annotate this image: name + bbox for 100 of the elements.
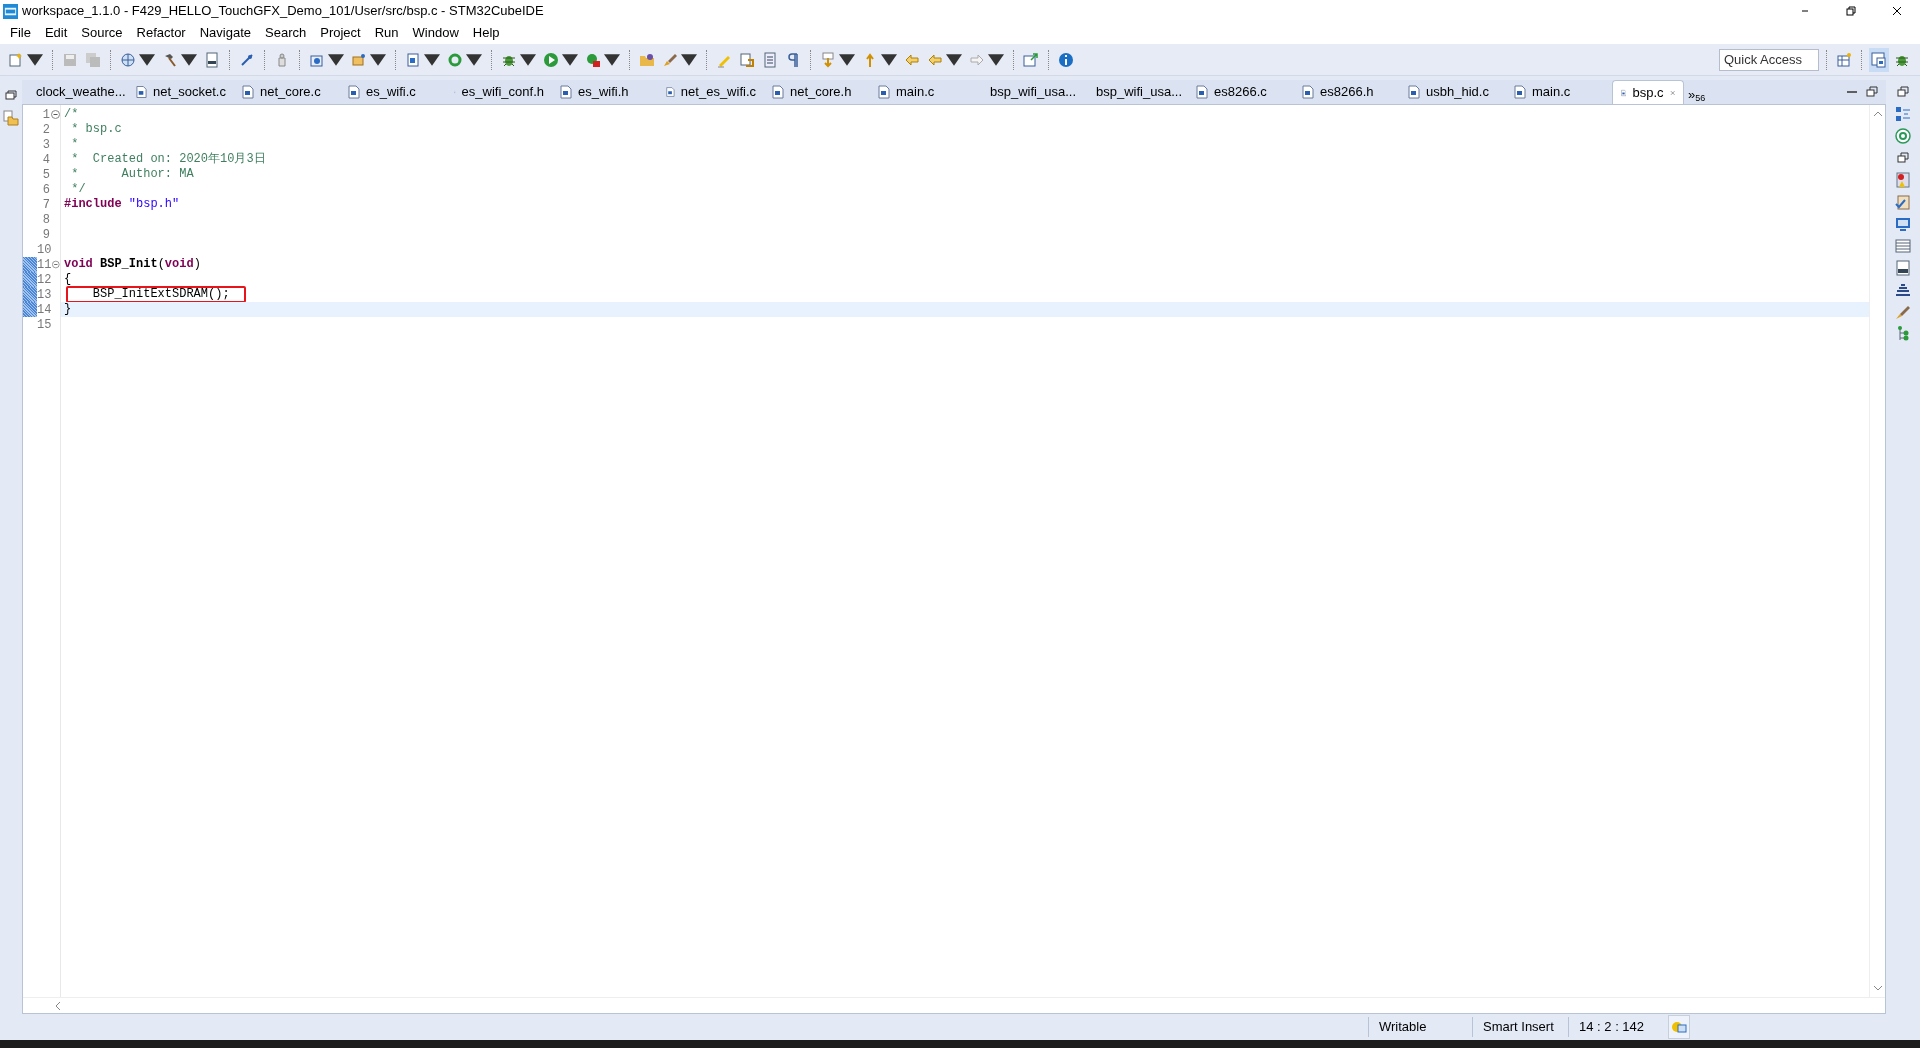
dropdown-caret-icon[interactable]: [881, 51, 897, 68]
pilcrow-icon[interactable]: [785, 51, 801, 68]
tab-overflow-button[interactable]: »$_{56}$: [1684, 84, 1710, 104]
dropdown-caret-icon[interactable]: [139, 51, 155, 68]
code-token: * Created on: 2020年10月3日: [70, 152, 266, 166]
editor-tab[interactable]: bsp.c: [1612, 80, 1684, 104]
editor-tab[interactable]: net_es_wifi.c: [658, 80, 764, 104]
line-number: 3: [42, 136, 50, 154]
menu-item[interactable]: Source: [74, 23, 130, 43]
menu-item[interactable]: Navigate: [192, 23, 258, 43]
editor-tab[interactable]: es_wifi.h: [552, 80, 658, 104]
quick-access-field[interactable]: Quick Access: [1719, 48, 1819, 71]
maximize-icon[interactable]: [1864, 84, 1880, 100]
clipboard-check-icon[interactable]: [1895, 194, 1911, 210]
stack-icon[interactable]: [1895, 282, 1911, 298]
perspective-icon[interactable]: [1871, 51, 1887, 68]
menu-item[interactable]: Refactor: [129, 23, 193, 43]
binary-file-icon[interactable]: [1895, 260, 1911, 276]
dropdown-caret-icon[interactable]: [604, 51, 620, 68]
code-token: "bsp.h": [128, 197, 180, 211]
dropdown-caret-icon[interactable]: [988, 51, 1004, 68]
dropdown-caret-icon[interactable]: [681, 51, 697, 68]
line-number: 1: [42, 106, 50, 124]
menu-item[interactable]: Run: [367, 23, 406, 43]
dropdown-caret-icon[interactable]: [181, 51, 197, 68]
dropdown-caret-icon[interactable]: [562, 51, 578, 68]
restore-icon[interactable]: [1895, 84, 1911, 100]
editor-tab[interactable]: net_socket.c: [128, 80, 234, 104]
code-token: * bsp.c: [70, 122, 122, 136]
editor-tab[interactable]: net_core.h: [764, 80, 870, 104]
info-icon[interactable]: [1058, 51, 1074, 68]
status-text: Writable: [1368, 1017, 1472, 1037]
editor-tab[interactable]: es_wifi_conf.h: [446, 80, 552, 104]
globe-icon[interactable]: [120, 51, 136, 68]
editor-tab[interactable]: usbh_hid.c: [1400, 80, 1506, 104]
source-file-icon[interactable]: [405, 51, 421, 68]
external-tool-icon[interactable]: [585, 51, 601, 68]
status-icon[interactable]: [1671, 1019, 1687, 1035]
menu-item[interactable]: Window: [405, 23, 466, 43]
dropdown-caret-icon[interactable]: [424, 51, 440, 68]
dropdown-caret-icon[interactable]: [839, 51, 855, 68]
editor-tab[interactable]: bsp_wifi_usa...: [976, 80, 1082, 104]
fold-toggle-icon[interactable]: [51, 110, 60, 119]
editor-tab[interactable]: es_wifi.c: [340, 80, 446, 104]
target-icon[interactable]: [1895, 128, 1911, 144]
code-token: (: [157, 257, 165, 271]
line-number: 11: [37, 256, 52, 274]
code-token: }: [64, 302, 72, 316]
document-link-icon[interactable]: [739, 51, 755, 68]
dropdown-caret-icon[interactable]: [520, 51, 536, 68]
restore-icon[interactable]: [1846, 6, 1856, 16]
line-number: 8: [42, 211, 50, 229]
line-number: 15: [37, 316, 52, 334]
tree-icon[interactable]: [1895, 326, 1911, 342]
dropdown-caret-icon[interactable]: [466, 51, 482, 68]
pin-icon[interactable]: [239, 51, 255, 68]
line-number: 12: [37, 271, 52, 289]
dropdown-caret-icon[interactable]: [328, 51, 344, 68]
brush-icon[interactable]: [662, 51, 678, 68]
problems-icon[interactable]: [1895, 172, 1911, 188]
menu-item[interactable]: Project: [313, 23, 368, 43]
outline-icon[interactable]: [1895, 106, 1911, 122]
app-logo-icon: [3, 3, 18, 19]
menu-item[interactable]: Edit: [37, 23, 75, 43]
code-token: ): [193, 257, 201, 271]
menu-item[interactable]: File: [3, 23, 38, 43]
scroll-down-icon[interactable]: [1871, 983, 1884, 993]
editor-tab[interactable]: bsp_wifi_usa...: [1082, 80, 1188, 104]
close-icon[interactable]: [1892, 6, 1902, 16]
dropdown-caret-icon[interactable]: [370, 51, 386, 68]
project-explorer-icon[interactable]: [3, 110, 19, 126]
open-window-icon[interactable]: [1023, 51, 1039, 68]
restore-icon[interactable]: [1895, 150, 1911, 166]
run-icon[interactable]: [543, 51, 559, 68]
editor-tab[interactable]: main.c: [870, 80, 976, 104]
brush-icon[interactable]: [1895, 304, 1911, 320]
dropdown-caret-icon[interactable]: [27, 51, 43, 68]
table-icon[interactable]: [1895, 238, 1911, 254]
document-lines-icon[interactable]: [762, 51, 778, 68]
editor-tab[interactable]: es8266.h: [1294, 80, 1400, 104]
package-icon[interactable]: [351, 51, 367, 68]
code-token: BSP_InitExtSDRAM();: [91, 287, 230, 301]
menu-item[interactable]: Help: [465, 23, 507, 43]
open-perspective-icon[interactable]: [1836, 51, 1852, 68]
editor-tab[interactable]: es8266.c: [1188, 80, 1294, 104]
scroll-left-icon[interactable]: [53, 999, 63, 1012]
dropdown-caret-icon[interactable]: [946, 51, 962, 68]
folder-icon[interactable]: [639, 51, 655, 68]
window-title: workspace_1.1.0 - F429_HELLO_TouchGFX_Demo_101/User/src/bsp.c - STM32CubeIDE: [22, 2, 544, 21]
menu-item[interactable]: Search: [258, 23, 314, 43]
scroll-up-icon[interactable]: [1871, 109, 1884, 119]
editor-tab[interactable]: main.c: [1506, 80, 1612, 104]
editor-tab[interactable]: net_core.c: [234, 80, 340, 104]
fold-toggle-icon[interactable]: [52, 260, 60, 269]
monitor-icon[interactable]: [1895, 216, 1911, 232]
status-text: Smart Insert: [1472, 1017, 1568, 1037]
code-token: void: [164, 257, 194, 271]
binary-file-icon[interactable]: [204, 51, 220, 68]
editor-tab[interactable]: clock_weathe...: [22, 80, 128, 104]
line-number: 14: [37, 301, 52, 319]
